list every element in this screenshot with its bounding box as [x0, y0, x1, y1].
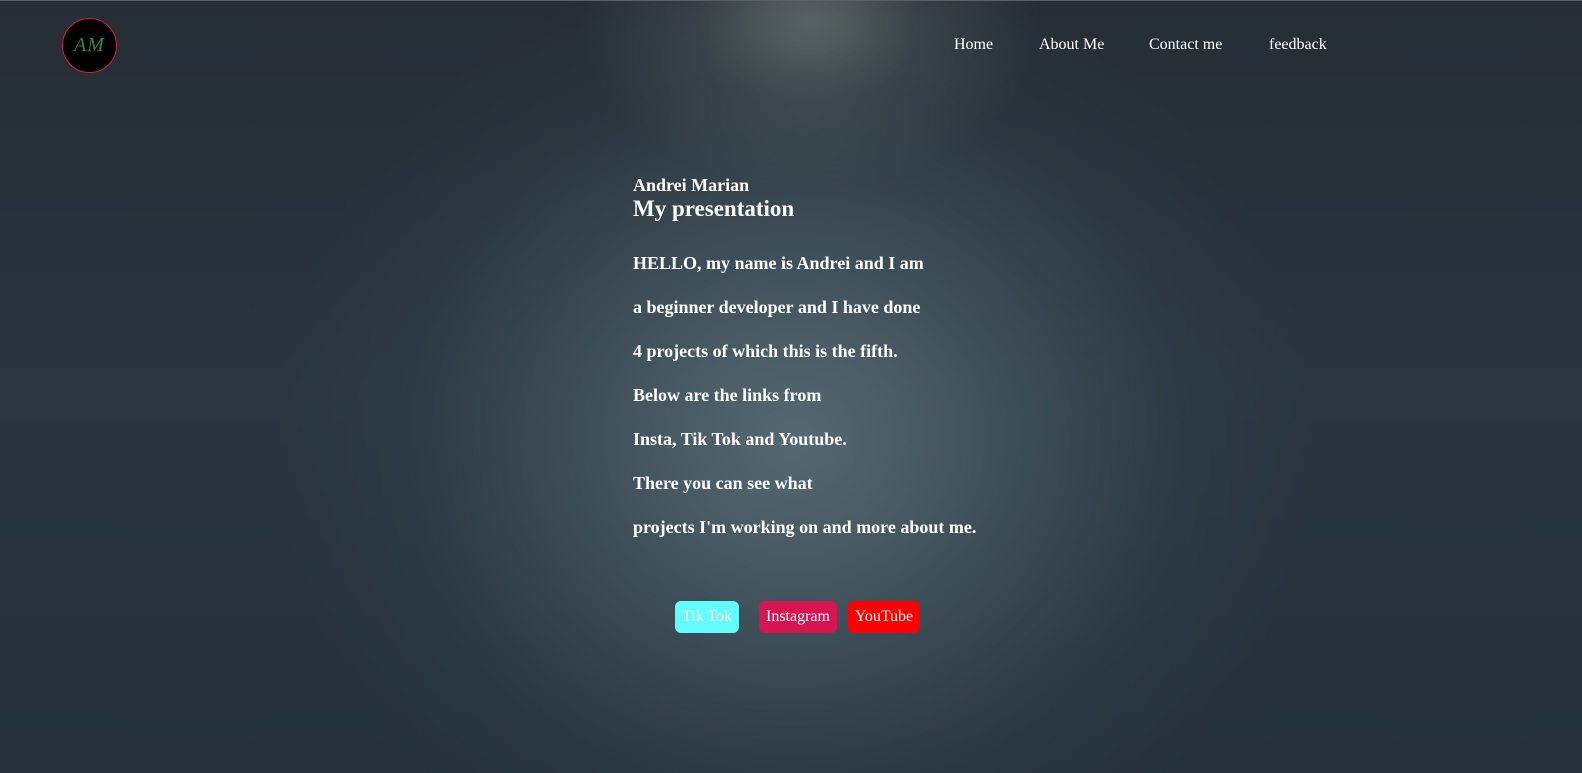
logo-initials: AM: [74, 34, 105, 56]
nav-contact-me[interactable]: Contact me: [1149, 36, 1222, 54]
instagram-button[interactable]: Instagram: [759, 601, 837, 633]
nav-about-me[interactable]: About Me: [1039, 36, 1104, 54]
tiktok-button[interactable]: Tik Tok: [675, 601, 739, 633]
intro-line: There you can see what: [633, 473, 813, 493]
logo[interactable]: AM: [62, 18, 117, 73]
presentation-section: Andrei Marian My presentation HELLO, my …: [633, 175, 976, 561]
intro-line: projects I'm working on and more about m…: [633, 517, 977, 537]
author-name: Andrei Marian: [633, 175, 750, 195]
nav-feedback[interactable]: feedback: [1269, 36, 1327, 54]
youtube-button[interactable]: YouTube: [848, 601, 920, 633]
intro-text: HELLO, my name is Andrei and I am a begi…: [633, 253, 976, 561]
page-title: My presentation: [633, 196, 795, 221]
intro-line: Insta, Tik Tok and Youtube.: [633, 429, 847, 449]
intro-line: Below are the links from: [633, 385, 822, 405]
intro-line: 4 projects of which this is the fifth.: [633, 341, 898, 361]
intro-line: a beginner developer and I have done: [633, 297, 921, 317]
nav-home[interactable]: Home: [954, 36, 993, 54]
top-border: [0, 0, 1582, 1]
intro-line: HELLO, my name is Andrei and I am: [633, 253, 924, 273]
